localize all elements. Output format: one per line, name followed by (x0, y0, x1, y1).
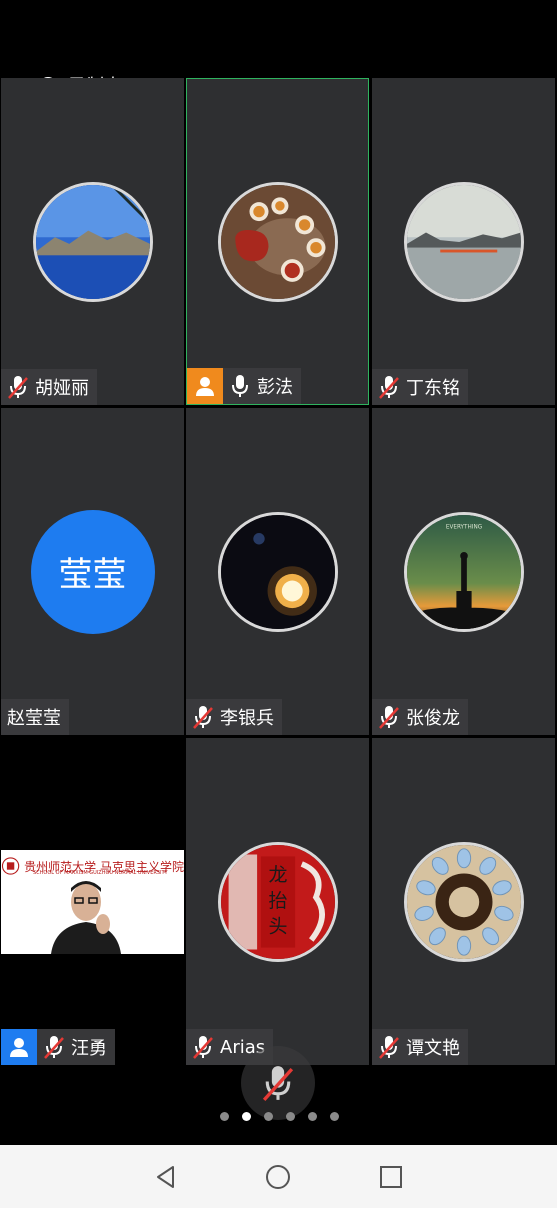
muted-mic-icon (193, 706, 213, 729)
muted-mic-icon (193, 1036, 213, 1059)
back-triangle-icon (157, 1165, 175, 1188)
cohost-icon (1, 1029, 37, 1065)
participant-name: 赵莹莹 (7, 708, 61, 729)
video-grid: 胡娅丽 彭法 丁东铭 莹莹 赵莹莹 李银兵 EVERYTHING 张俊龙 贵州师… (0, 78, 557, 1067)
svg-text:头: 头 (268, 915, 287, 937)
home-circle-icon (266, 1164, 291, 1189)
page-dot[interactable] (220, 1112, 229, 1121)
participant-tile[interactable]: 莹莹 赵莹莹 (1, 408, 184, 735)
participant-tile[interactable]: EVERYTHING 张俊龙 (372, 408, 555, 735)
avatar (403, 841, 524, 962)
page-dot[interactable] (264, 1112, 273, 1121)
participant-tile-video[interactable]: 贵州师范大学 马克思主义学院 SCHOOL OF MARXISM GUIZHOU… (1, 738, 184, 1065)
host-icon (187, 368, 223, 404)
participant-name: 彭法 (257, 377, 293, 398)
recents-button[interactable] (376, 1162, 406, 1192)
avatar-caption: EVERYTHING (445, 524, 481, 530)
name-tag: 谭文艳 (372, 1029, 468, 1065)
muted-mic-icon (379, 1036, 399, 1059)
name-tag: 胡娅丽 (1, 369, 97, 405)
recents-square-icon (379, 1165, 402, 1188)
muted-mic-icon (8, 376, 28, 399)
page-dot[interactable] (330, 1112, 339, 1121)
system-nav-bar (0, 1145, 557, 1208)
svg-text:抬: 抬 (268, 889, 287, 911)
page-dot[interactable] (286, 1112, 295, 1121)
muted-mic-icon (379, 706, 399, 729)
mic-icon (232, 375, 248, 397)
name-tag: 李银兵 (186, 699, 282, 735)
avatar (217, 511, 338, 632)
avatar: EVERYTHING (403, 511, 524, 632)
home-button[interactable] (263, 1162, 293, 1192)
participant-tile[interactable]: 丁东铭 (372, 78, 555, 405)
participant-tile[interactable]: 胡娅丽 (1, 78, 184, 405)
svg-text:龙: 龙 (268, 864, 287, 886)
page-dot-current[interactable] (242, 1112, 251, 1121)
participant-name: 丁东铭 (406, 378, 460, 399)
muted-mic-icon (379, 376, 399, 399)
participant-tile[interactable]: 龙 抬 头 Arias (186, 738, 369, 1065)
participant-name: 李银兵 (220, 708, 274, 729)
person-video (51, 881, 121, 954)
video-feed: 贵州师范大学 马克思主义学院 SCHOOL OF MARXISM GUIZHOU… (1, 850, 184, 954)
participant-tile[interactable]: 谭文艳 (372, 738, 555, 1065)
participant-name: 胡娅丽 (35, 378, 89, 399)
banner-subtitle: SCHOOL OF MARXISM GUIZHOU NORMAL UNIVERS… (33, 870, 168, 876)
back-button[interactable] (151, 1162, 181, 1192)
avatar-text: 莹莹 (30, 509, 155, 634)
participant-tile-active[interactable]: 彭法 (186, 78, 369, 405)
name-tag: 丁东铭 (372, 369, 468, 405)
name-tag: 赵莹莹 (1, 699, 69, 735)
participant-name: 汪勇 (71, 1038, 107, 1059)
page-indicator[interactable] (220, 1112, 339, 1121)
participant-tile[interactable]: 李银兵 (186, 408, 369, 735)
status-area (0, 0, 557, 78)
avatar: 龙 抬 头 (217, 841, 338, 962)
name-tag: 彭法 (187, 368, 301, 404)
name-tag: 汪勇 (1, 1029, 115, 1065)
avatar (32, 181, 153, 302)
muted-mic-icon (44, 1036, 64, 1059)
avatar (217, 181, 338, 302)
participant-name: 张俊龙 (406, 708, 460, 729)
avatar (403, 181, 524, 302)
muted-mic-icon (262, 1066, 294, 1102)
page-dot[interactable] (308, 1112, 317, 1121)
name-tag: 张俊龙 (372, 699, 468, 735)
university-seal-icon (1, 857, 20, 875)
participant-name: 谭文艳 (406, 1038, 460, 1059)
mute-toggle-button[interactable] (241, 1046, 315, 1120)
